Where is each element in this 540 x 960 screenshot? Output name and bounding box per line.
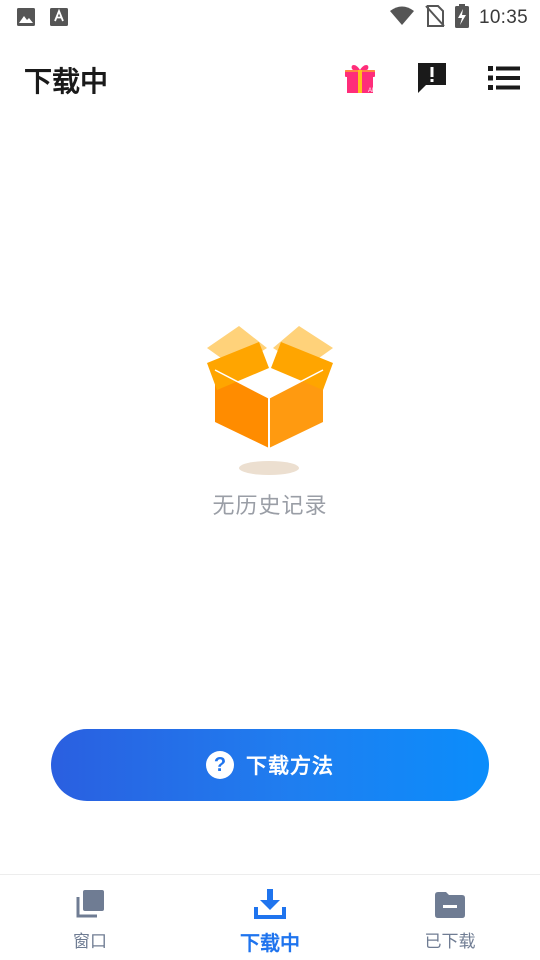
feedback-button[interactable] xyxy=(412,60,452,100)
gift-ad-button[interactable]: AD xyxy=(340,60,380,100)
svg-text:AD: AD xyxy=(368,88,377,94)
status-bar: 10:35 xyxy=(0,0,540,36)
gift-ad-icon: AD xyxy=(342,61,378,99)
empty-message: 无历史记录 xyxy=(212,494,328,519)
folder-icon xyxy=(434,889,466,923)
nav-item-downloading[interactable]: 下载中 xyxy=(180,875,360,960)
windows-icon xyxy=(75,889,105,923)
app-header: 下载中 AD xyxy=(0,44,540,114)
download-method-label: 下载方法 xyxy=(246,754,334,778)
feedback-icon xyxy=(416,61,448,99)
page-title: 下载中 xyxy=(24,65,109,98)
no-sim-icon xyxy=(425,4,445,32)
nav-label-downloaded: 已下载 xyxy=(424,932,476,952)
status-time: 10:35 xyxy=(478,7,528,28)
download-method-button[interactable]: ? 下载方法 xyxy=(51,729,489,801)
bottom-nav: 窗口 下载中 已下载 xyxy=(0,874,540,960)
nav-label-windows: 窗口 xyxy=(73,932,107,952)
list-menu-icon xyxy=(488,65,520,95)
text-notification-icon xyxy=(50,7,68,31)
question-circle-icon: ? xyxy=(206,751,234,779)
nav-item-downloaded[interactable]: 已下载 xyxy=(360,875,540,960)
wifi-icon xyxy=(389,5,415,31)
nav-item-windows[interactable]: 窗口 xyxy=(0,875,180,960)
empty-state: 无历史记录 xyxy=(0,318,540,520)
open-box-illustration xyxy=(207,326,333,475)
battery-charging-icon xyxy=(454,4,469,32)
download-icon xyxy=(254,889,286,923)
list-menu-button[interactable] xyxy=(484,60,524,100)
nav-label-downloading: 下载中 xyxy=(240,931,300,955)
image-notification-icon xyxy=(16,7,36,31)
